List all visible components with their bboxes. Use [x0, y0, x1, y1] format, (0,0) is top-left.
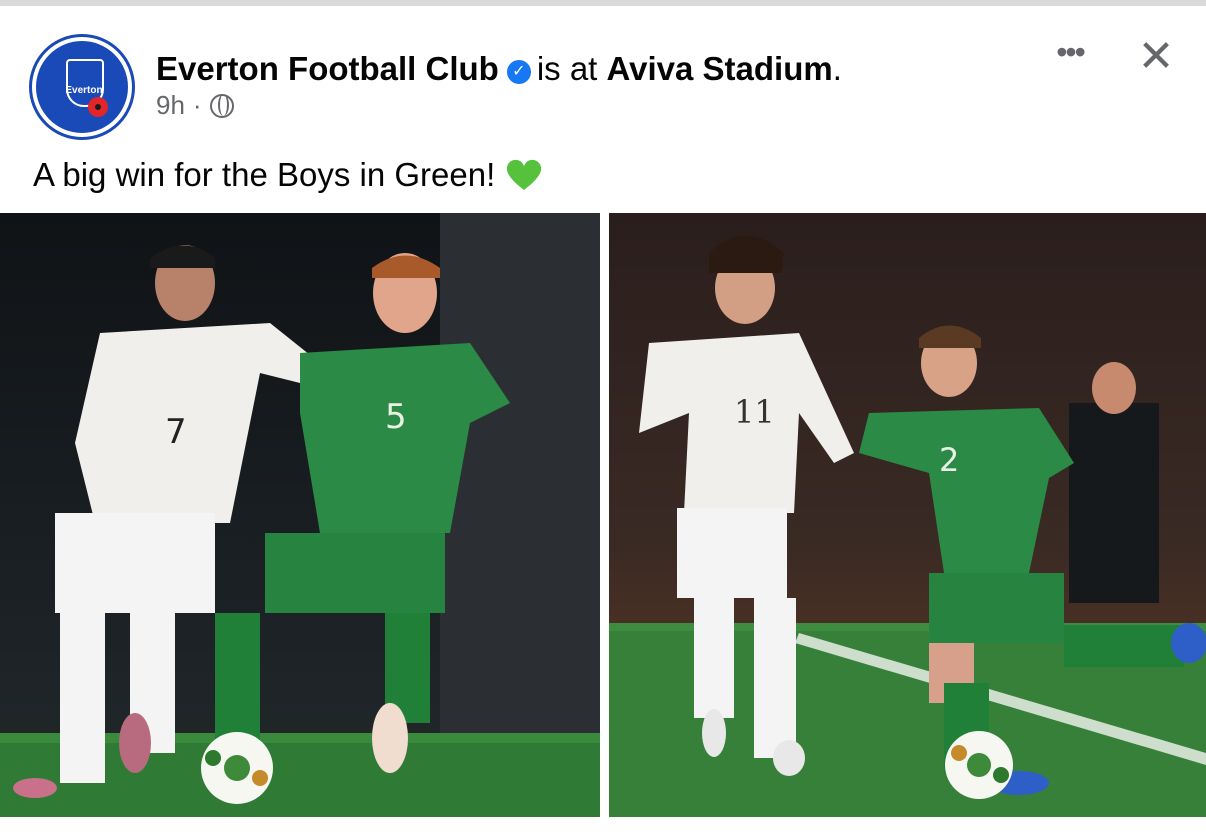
post-meta: 9h · — [156, 90, 234, 121]
post-photo-1[interactable]: 7 5 — [0, 213, 600, 817]
post-bottom-space — [0, 817, 1206, 837]
location-link[interactable]: Aviva Stadium — [607, 50, 833, 87]
close-button[interactable]: ✕ — [1132, 34, 1180, 82]
jersey-number-green-1: 5 — [385, 397, 407, 437]
photo-gap — [600, 213, 609, 817]
green-heart-icon — [505, 158, 543, 202]
location-prefix: is at — [536, 50, 598, 87]
post-caption: A big win for the Boys in Green! — [33, 154, 543, 202]
jersey-number-white-1: 7 — [165, 412, 187, 452]
poppy-icon — [88, 97, 108, 117]
verified-badge-icon: ✓ — [506, 60, 531, 84]
photo-2-illustration: 11 2 — [609, 213, 1206, 817]
avatar-crest-text: Everton — [65, 85, 103, 96]
jersey-number-green-2: 2 — [939, 441, 959, 479]
post-photo-2[interactable]: 11 2 — [609, 213, 1206, 817]
more-options-button[interactable]: ••• — [1046, 36, 1094, 78]
globe-icon[interactable] — [209, 93, 234, 118]
top-divider — [0, 0, 1206, 6]
caption-text: A big win for the Boys in Green! — [33, 156, 496, 193]
location-suffix: . — [832, 50, 842, 87]
post-timestamp[interactable]: 9h — [156, 90, 185, 121]
author-name[interactable]: Everton Football Club — [156, 50, 499, 87]
author-avatar[interactable]: Everton — [32, 37, 132, 137]
meta-separator: · — [192, 90, 202, 120]
jersey-number-white-2: 11 — [734, 393, 775, 431]
photo-1-illustration: 7 5 — [0, 213, 600, 817]
post-header-line: Everton Football Club ✓ is at Aviva Stadiu… — [156, 50, 842, 88]
